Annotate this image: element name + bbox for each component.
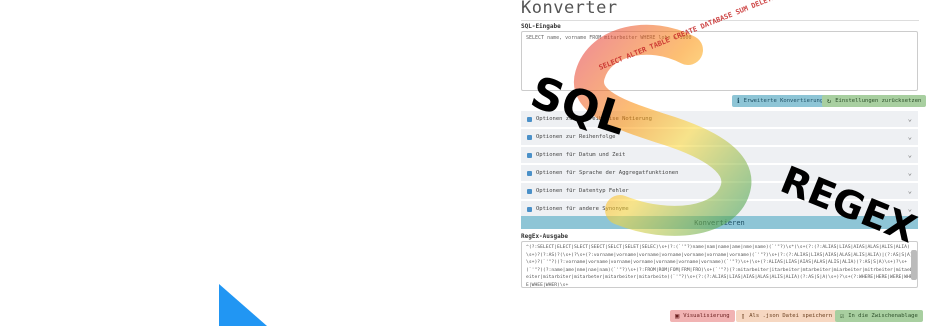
option-label: Optionen für andere Synonyme	[536, 206, 629, 212]
info-icon: ℹ	[737, 97, 740, 105]
regex-output[interactable]: ^(?:SELECT|ELECT|SLECT|SEECT|SELCT|SELET…	[521, 241, 918, 288]
reset-settings-label: Einstellungen zurücksetzen	[835, 98, 922, 104]
chevron-down-icon: ⌄	[907, 151, 912, 159]
option-row[interactable]: Optionen für Sprache der Aggregatfunktio…	[521, 165, 918, 181]
corner-triangle	[219, 284, 267, 326]
option-label: Optionen für Datentyp Fehler	[536, 188, 629, 194]
option-label: Optionen für Sprache der Aggregatfunktio…	[536, 170, 679, 176]
advanced-conversion-button[interactable]: ℹ Erweiterte Konvertierung	[732, 95, 829, 107]
chevron-down-icon: ⌄	[907, 187, 912, 195]
save-json-label: Als .json Datei speichern	[749, 313, 833, 319]
chart-icon: ▣	[675, 312, 680, 320]
option-label: Optionen zur Schreibweise Notierung	[536, 116, 652, 122]
copy-clipboard-label: In die Zwischenablage	[848, 313, 918, 319]
title-divider	[521, 20, 919, 21]
checkbox-icon[interactable]	[527, 188, 532, 194]
advanced-conversion-label: Erweiterte Konvertierung	[743, 98, 824, 104]
reset-icon: ↻	[827, 97, 832, 105]
option-row[interactable]: Optionen für andere Synonyme ⌄	[521, 201, 918, 217]
visualize-label: Visualisierung	[683, 313, 730, 319]
copy-clipboard-button[interactable]: ☑ In die Zwischenablage	[835, 310, 923, 322]
option-row[interactable]: Optionen zur Reihenfolge ⌄	[521, 129, 918, 145]
sql-input[interactable]: SELECT name, vorname FROM mitarbeiter WH…	[521, 31, 918, 91]
save-json-button[interactable]: ▯ Als .json Datei speichern	[736, 310, 838, 322]
chevron-down-icon: ⌄	[907, 133, 912, 141]
file-icon: ▯	[741, 312, 746, 320]
option-row[interactable]: Optionen für Datum und Zeit ⌄	[521, 147, 918, 163]
option-label: Optionen für Datum und Zeit	[536, 152, 626, 158]
chevron-down-icon: ⌄	[907, 115, 912, 123]
option-label: Optionen zur Reihenfolge	[536, 134, 616, 140]
convert-button[interactable]: Konvertieren	[521, 216, 918, 229]
options-accordion: Optionen zur Schreibweise Notierung ⌄ Op…	[521, 111, 918, 219]
checkbox-icon[interactable]	[527, 170, 532, 176]
checkbox-icon[interactable]	[527, 134, 532, 140]
chevron-down-icon: ⌄	[907, 169, 912, 177]
chevron-down-icon: ⌄	[907, 205, 912, 213]
clipboard-icon: ☑	[840, 312, 845, 320]
checkbox-icon[interactable]	[527, 152, 532, 158]
regex-scrollbar[interactable]	[911, 250, 917, 280]
option-row[interactable]: Optionen für Datentyp Fehler ⌄	[521, 183, 918, 199]
checkbox-icon[interactable]	[527, 116, 532, 122]
reset-settings-button[interactable]: ↻ Einstellungen zurücksetzen	[822, 95, 927, 107]
visualize-button[interactable]: ▣ Visualisierung	[670, 310, 735, 322]
sql-input-label: SQL-Eingabe	[521, 23, 561, 30]
regex-output-label: RegEx-Ausgabe	[521, 233, 568, 240]
page-title: Konverter	[521, 0, 618, 18]
checkbox-icon[interactable]	[527, 206, 532, 212]
option-row[interactable]: Optionen zur Schreibweise Notierung ⌄	[521, 111, 918, 127]
